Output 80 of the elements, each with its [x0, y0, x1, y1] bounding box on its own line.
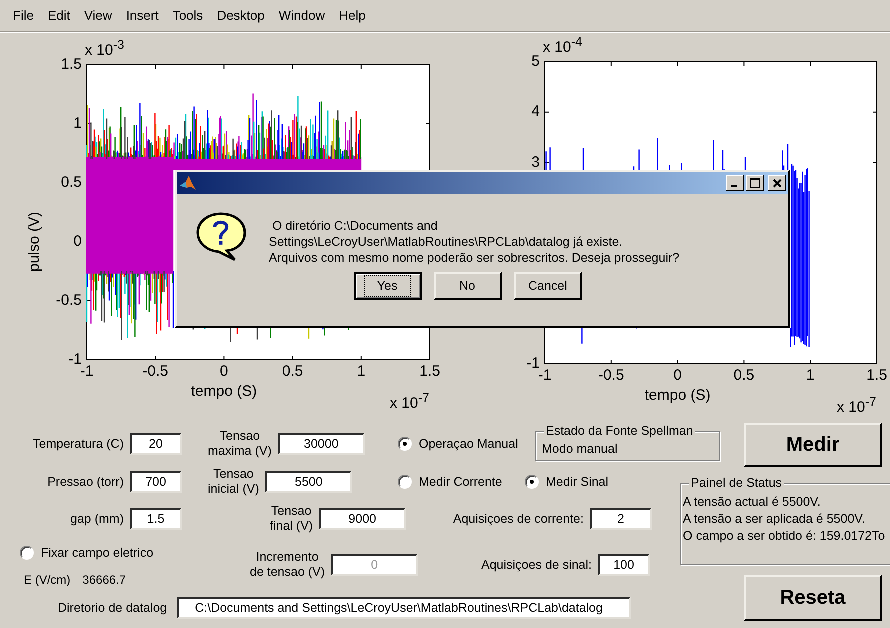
field-label: E (V/cm) [24, 572, 71, 586]
radio-label[interactable]: Medir Sinal [546, 474, 609, 488]
field-label: Tensao final (V) [270, 504, 314, 534]
x-tick-label: 0 [674, 366, 682, 386]
x-tick-label: -0.5 [598, 366, 624, 386]
radio-button[interactable] [525, 474, 539, 488]
radio-button[interactable] [398, 437, 412, 451]
dialog-message: O diretório C:\Documents and Settings\LeCroyUser\MatlabRoutines\RPCLab\datalog já existe. Arquivos com mesmo nome poderão ser sobrescritos. Deseja prosseguir? [269, 218, 680, 266]
close-icon[interactable] [768, 175, 786, 191]
y-tick-label: -1 [526, 354, 540, 372]
x-tick-label: -0.5 [142, 362, 169, 382]
x-axis-label: tempo (S) [644, 386, 711, 406]
menu-item[interactable]: Desktop [217, 6, 265, 25]
x-tick-label: -1 [80, 363, 94, 382]
dialog-button[interactable]: No [434, 272, 502, 300]
menu-item[interactable]: Edit [48, 6, 70, 25]
field-label: Aquisiçoes de corrente: [453, 512, 584, 526]
menu-item[interactable]: Insert [126, 6, 159, 25]
max-voltage-field[interactable]: 30000 [278, 433, 365, 455]
dialog-button[interactable]: Cancel [514, 272, 582, 300]
x-tick-label: 1.5 [866, 366, 888, 386]
x-tick-label: 0.5 [282, 362, 304, 382]
field-label: Tensao maxima (V) [208, 429, 272, 459]
menu-item[interactable]: Help [339, 6, 366, 25]
radio-label[interactable]: Operaçao Manual [419, 437, 518, 451]
datalog-directory-field[interactable]: C:\Documents and Settings\LeCroyUser\MatlabRoutines\RPCLab\datalog [177, 596, 632, 618]
radio-label[interactable]: Fixar campo eletrico [41, 546, 154, 560]
field-label: Temperatura (C) [33, 437, 124, 451]
y-tick-label: 5 [532, 52, 540, 72]
y-tick-label: 1.5 [61, 55, 82, 75]
signal-acquisitions-field[interactable]: 100 [598, 554, 650, 576]
reset-button[interactable]: Reseta [744, 575, 882, 621]
initial-voltage-field[interactable]: 5500 [265, 470, 352, 492]
y-tick-label: 1 [74, 114, 82, 134]
final-voltage-field[interactable]: 9000 [319, 508, 406, 530]
y-axis-exponent: x 10$^{-4}$ [543, 34, 582, 58]
y-axis-label: pulso (V) [25, 212, 44, 272]
field-label: Diretorio de datalog [58, 600, 168, 614]
field-label: Tensao inicial (V) [208, 466, 260, 496]
gap-field[interactable]: 1.5 [130, 508, 182, 530]
group-title: Estado da Fonte Spellman [544, 424, 696, 438]
status-text: A tensão actual é 5500V. A tensão a ser aplicada é 5500V. O campo a ser obtido é: 159.0172To [682, 494, 886, 545]
x-tick-label: 0 [220, 362, 228, 382]
y-tick-label: 0 [74, 232, 82, 252]
minimize-icon[interactable] [726, 175, 744, 191]
field-label: gap (mm) [70, 512, 124, 526]
field-label: Incremento de tensao (V) [250, 550, 326, 580]
maximize-icon[interactable] [746, 175, 764, 191]
menu-item[interactable]: Window [278, 6, 326, 25]
x-tick-label: 1 [357, 362, 366, 382]
menu-item[interactable]: View [84, 6, 112, 25]
dialog-button[interactable]: Yes [354, 272, 422, 300]
y-axis-exponent: x 10$^{-3}$ [85, 37, 124, 61]
field-label: Pressao (torr) [48, 474, 124, 488]
menu-item[interactable]: File [13, 6, 34, 25]
x-tick-label: 1.5 [420, 362, 440, 382]
y-tick-label: 3 [532, 152, 540, 173]
x-axis-label: tempo (S) [191, 382, 258, 402]
x-tick-label: -1 [538, 367, 552, 386]
app-logo-icon [179, 174, 197, 192]
menu-item[interactable]: Tools [172, 6, 204, 25]
y-tick-label: 4 [532, 102, 540, 122]
measure-button[interactable]: Medir [744, 423, 882, 467]
question-bubble-icon [195, 210, 247, 262]
x-tick-label: 1 [806, 366, 815, 386]
x-axis-exponent: x 10$^{-7}$ [390, 390, 430, 414]
radio-button[interactable] [20, 546, 34, 560]
radio-button[interactable] [398, 474, 412, 488]
field-label: Aquisiçoes de sinal: [482, 558, 592, 572]
x-axis-exponent: x 10$^{-7}$ [837, 394, 876, 418]
y-tick-label: -1 [68, 350, 82, 368]
x-tick-label: 0.5 [734, 366, 755, 386]
y-tick-label: -0.5 [56, 291, 82, 311]
field-value: 36666.7 [82, 572, 126, 586]
temperature-field[interactable]: 20 [130, 433, 182, 455]
group-title: Painel de Status [689, 476, 784, 490]
pressure-field[interactable]: 700 [130, 470, 182, 492]
radio-label[interactable]: Medir Corrente [419, 474, 502, 488]
y-tick-label: 0.5 [61, 173, 82, 193]
current-acquisitions-field[interactable]: 2 [590, 508, 652, 530]
